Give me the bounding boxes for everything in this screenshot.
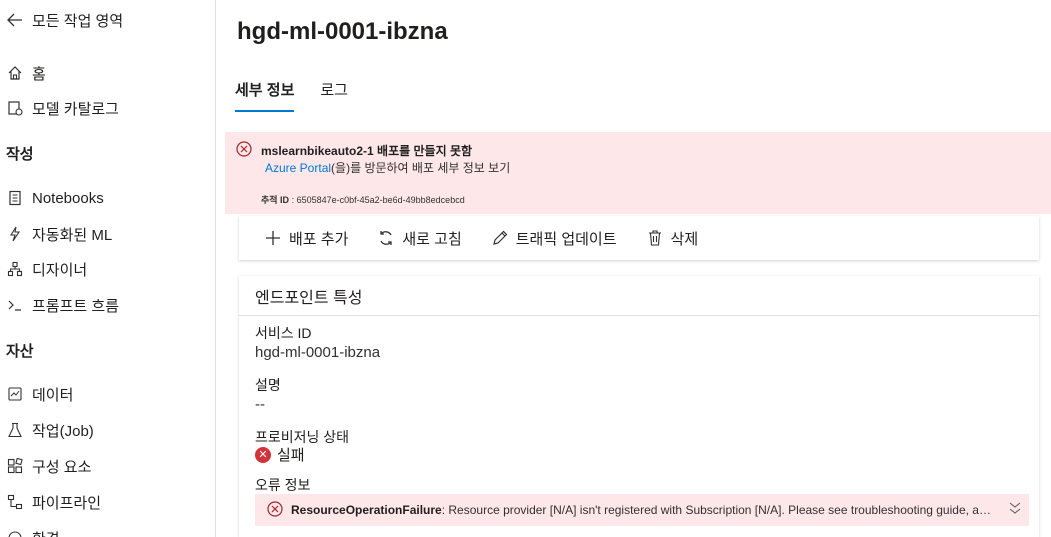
sidebar-item-prompt-flow[interactable]: 프롬프트 흐름 xyxy=(0,291,119,319)
provisioning-status-value: 실패 xyxy=(277,447,305,464)
delete-label: 삭제 xyxy=(670,230,699,248)
sidebar-item-pipeline[interactable]: 파이프라인 xyxy=(0,488,101,516)
main-content: hgd-ml-0001-ibzna 세부 정보 로그 mslearnbikeau… xyxy=(217,0,1051,537)
error-banner-message: Azure Portal(을)를 방문하여 배포 세부 정보 보기 xyxy=(265,159,510,176)
azure-portal-link[interactable]: Azure Portal xyxy=(265,161,331,175)
expand-chevron-icon[interactable] xyxy=(1009,501,1021,518)
error-message-text: : Resource provider [N/A] isn't register… xyxy=(441,503,991,517)
sidebar-item-notebooks[interactable]: Notebooks xyxy=(0,184,104,212)
sidebar: 모든 작업 영역 홈 모델 카탈로그 작성 Notebooks 자동화된 ML … xyxy=(0,0,216,537)
add-deployment-button[interactable]: 배포 추가 xyxy=(263,228,348,249)
update-traffic-label: 트래픽 업데이트 xyxy=(515,230,617,248)
update-traffic-button[interactable]: 트래픽 업데이트 xyxy=(490,228,617,249)
error-info-message: ResourceOperationFailure: Resource provi… xyxy=(291,503,991,517)
sidebar-item-label: 파이프라인 xyxy=(32,494,102,512)
sidebar-item-label: 홈 xyxy=(32,65,46,83)
error-circle-icon xyxy=(267,500,283,520)
description-label: 설명 xyxy=(255,377,281,393)
back-to-workspaces[interactable]: 모든 작업 영역 xyxy=(0,6,123,34)
trace-id-value: : 6505847e-c0bf-45a2-be6d-49bb8edcebcd xyxy=(289,195,465,205)
failed-status-icon: ✕ xyxy=(255,446,271,463)
sidebar-item-home[interactable]: 홈 xyxy=(0,59,46,87)
description-value: -- xyxy=(255,396,265,413)
refresh-icon xyxy=(376,228,396,248)
refresh-button[interactable]: 새로 고침 xyxy=(376,228,462,249)
sidebar-item-environment[interactable]: 환경 xyxy=(0,524,60,537)
tab-bar: 세부 정보 로그 xyxy=(235,76,374,112)
edit-pencil-icon xyxy=(490,228,510,248)
error-code: ResourceOperationFailure xyxy=(291,503,442,517)
deployment-error-banner: mslearnbikeauto2-1 배포를 만들지 못함 Azure Port… xyxy=(225,132,1051,214)
sidebar-item-label: 데이터 xyxy=(32,386,74,404)
tab-logs[interactable]: 로그 xyxy=(320,76,348,112)
refresh-label: 새로 고침 xyxy=(402,230,462,248)
sidebar-item-data[interactable]: 데이터 xyxy=(0,380,73,408)
prompt-flow-icon xyxy=(6,296,24,314)
sidebar-item-model-catalog[interactable]: 모델 카탈로그 xyxy=(0,94,119,122)
service-id-value: hgd-ml-0001-ibzna xyxy=(255,344,381,361)
components-icon xyxy=(6,457,24,475)
sidebar-item-label: 작업(Job) xyxy=(32,422,94,440)
home-icon xyxy=(6,64,24,82)
page-title: hgd-ml-0001-ibzna xyxy=(237,18,448,45)
section-assets: 자산 xyxy=(6,343,34,360)
delete-button[interactable]: 삭제 xyxy=(645,228,699,249)
sidebar-item-job[interactable]: 작업(Job) xyxy=(0,416,94,444)
designer-icon xyxy=(6,260,24,278)
automl-icon xyxy=(6,225,24,243)
notebook-icon xyxy=(6,189,24,207)
provisioning-status: ✕ 실패 xyxy=(255,444,305,465)
trace-id-label: 추적 ID xyxy=(261,195,290,205)
error-circle-icon xyxy=(236,141,252,162)
sidebar-item-designer[interactable]: 디자이너 xyxy=(0,255,87,283)
tab-details[interactable]: 세부 정보 xyxy=(235,76,295,112)
error-banner-line-suffix: (을)를 방문하여 배포 세부 정보 보기 xyxy=(331,161,511,175)
sidebar-item-label: 구성 요소 xyxy=(32,458,92,476)
endpoint-properties-card: 엔드포인트 특성 서비스 ID hgd-ml-0001-ibzna 설명 -- … xyxy=(239,276,1039,537)
add-deployment-label: 배포 추가 xyxy=(289,230,349,248)
error-info-box[interactable]: ResourceOperationFailure: Resource provi… xyxy=(255,494,1029,526)
model-catalog-icon xyxy=(6,99,24,117)
service-id-label: 서비스 ID xyxy=(255,325,312,341)
sidebar-item-label: Notebooks xyxy=(32,189,104,207)
sidebar-item-automl[interactable]: 자동화된 ML xyxy=(0,220,112,248)
environment-icon xyxy=(6,529,24,537)
back-label: 모든 작업 영역 xyxy=(32,12,124,30)
sidebar-item-components[interactable]: 구성 요소 xyxy=(0,452,91,480)
sidebar-item-label: 모델 카탈로그 xyxy=(32,100,119,118)
command-toolbar: 배포 추가 새로 고침 트래픽 업데이트 삭제 xyxy=(239,216,1039,260)
sidebar-item-label: 환경 xyxy=(32,528,60,537)
trash-icon xyxy=(645,228,665,248)
plus-icon xyxy=(263,228,283,248)
sidebar-item-label: 자동화된 ML xyxy=(32,226,113,244)
data-icon xyxy=(6,385,24,403)
job-icon xyxy=(6,421,24,439)
sidebar-item-label: 프롬프트 흐름 xyxy=(32,297,119,315)
back-arrow-icon xyxy=(6,11,24,29)
error-info-label: 오류 정보 xyxy=(255,477,311,493)
sidebar-item-label: 디자이너 xyxy=(32,261,88,279)
card-header: 엔드포인트 특성 xyxy=(239,276,1039,316)
error-banner-title: mslearnbikeauto2-1 배포를 만들지 못함 xyxy=(261,144,473,158)
trace-id: 추적 ID : 6505847e-c0bf-45a2-be6d-49bb8edc… xyxy=(261,193,465,206)
pipeline-icon xyxy=(6,493,24,511)
section-author: 작성 xyxy=(6,146,34,163)
